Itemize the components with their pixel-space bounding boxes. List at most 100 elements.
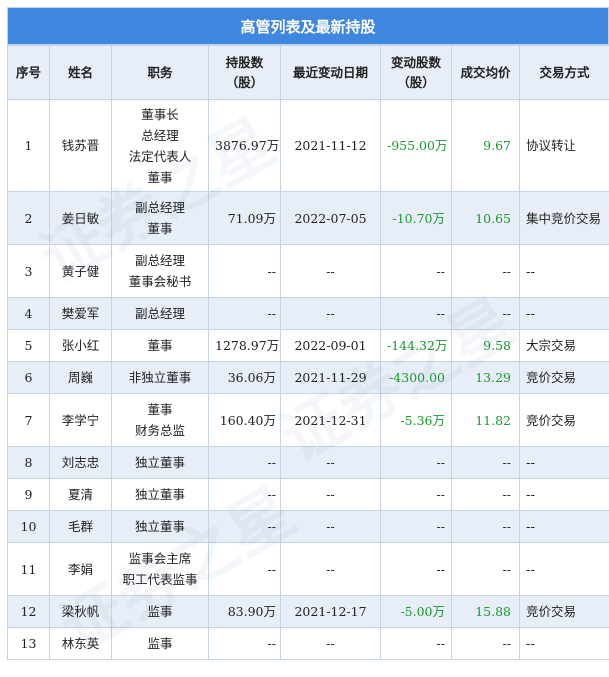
exec-position: 董事 财务总监 [111,393,209,447]
position-line: 监事 [147,636,173,651]
position-line: 总经理 [141,127,179,143]
row-index: 7 [7,393,50,447]
header-change-line2: （股） [397,74,435,90]
avg-price: 9.58 [451,329,520,362]
header-change-line1: 变动股数 [390,54,441,70]
shares-changed: -- [380,446,452,479]
table-row: 13 林东英 监事 -- -- -- -- -- [7,627,609,660]
exec-holdings-table: 序号 姓名 职务 持股数 （股） 最近变动日期 变动股数 （股） 成交均价 交易… [7,45,609,660]
trade-type: -- [519,446,609,479]
last-change-date: -- [280,478,381,511]
shares-held: -- [208,244,281,298]
avg-price: -- [451,478,520,511]
trade-type: 竞价交易 [519,361,609,394]
last-change-date: 2022-07-05 [280,191,381,245]
avg-price: -- [451,627,520,660]
shares-changed: -- [380,478,452,511]
header-holding-line2: （股） [225,74,264,90]
last-change-date: -- [280,446,381,479]
last-change-date: 2021-11-12 [280,99,381,192]
header-holding: 持股数 （股） [208,45,281,100]
table-title: 高管列表及最新持股 [7,7,609,45]
last-change-date: 2021-12-31 [280,393,381,447]
position-line: 董事 [147,221,173,236]
position-line: 监事会主席 [128,551,192,566]
exec-position: 非独立董事 [111,361,209,394]
row-index: 6 [7,361,50,394]
shares-changed: -5.00万 [380,595,452,628]
exec-position: 董事 [111,329,209,362]
exec-name: 梁秋帆 [49,595,112,628]
shares-changed: -- [380,244,452,298]
exec-position: 副总经理 [111,297,209,330]
avg-price: -- [451,446,520,479]
shares-changed: -144.32万 [380,329,452,362]
row-index: 2 [7,191,50,245]
exec-position: 监事 [111,595,209,628]
position-line: 副总经理 [134,253,185,268]
shares-held: -- [208,297,281,330]
position-line: 董事长 [141,106,179,122]
table-row: 4 樊爱军 副总经理 -- -- -- -- -- [7,297,609,330]
shares-held: -- [208,510,281,543]
table-row: 7 李学宁 董事 财务总监 160.40万 2021-12-31 -5.36万 11.82 竞价… [7,393,609,447]
avg-price: 11.82 [451,393,520,447]
trade-type: -- [519,297,609,330]
row-index: 13 [7,627,50,660]
position-line: 董事会秘书 [128,274,192,289]
avg-price: 10.65 [451,191,520,245]
exec-name: 周巍 [49,361,112,394]
position-line: 副总经理 [134,200,185,215]
table-body: 1 钱苏晋 董事长 总经理 法定代表人 董事 3876.97万 2021-11-12 -955.… [7,99,609,660]
trade-type: 集中竞价交易 [519,191,609,245]
shares-held: 71.09万 [208,191,281,245]
table-row: 12 梁秋帆 监事 83.90万 2021-12-17 -5.00万 15.88 竞价交易 [7,595,609,628]
row-index: 1 [7,99,50,192]
header-change: 变动股数 （股） [380,45,452,100]
last-change-date: -- [280,297,381,330]
shares-changed: -- [380,542,452,596]
exec-name: 樊爱军 [49,297,112,330]
row-index: 10 [7,510,50,543]
row-index: 9 [7,478,50,511]
shares-changed: -10.70万 [380,191,452,245]
avg-price: -- [451,244,520,298]
shares-changed: -5.36万 [380,393,452,447]
exec-name: 刘志忠 [49,446,112,479]
trade-type: 协议转让 [519,99,609,192]
exec-name: 林东英 [49,627,112,660]
shares-held: -- [208,627,281,660]
table-row: 9 夏清 独立董事 -- -- -- -- -- [7,478,609,511]
exec-position: 独立董事 [111,478,209,511]
last-change-date: -- [280,244,381,298]
exec-name: 李娟 [49,542,112,596]
header-avg-price: 成交均价 [451,45,520,100]
exec-position: 副总经理 董事会秘书 [111,244,209,298]
trade-type: -- [519,510,609,543]
header-row: 序号 姓名 职务 持股数 （股） 最近变动日期 变动股数 （股） 成交均价 交易… [7,45,609,100]
position-line: 独立董事 [134,519,185,534]
avg-price: 13.29 [451,361,520,394]
position-line: 财务总监 [134,423,185,438]
shares-held: 3876.97万 [208,99,281,192]
row-index: 4 [7,297,50,330]
exec-name: 张小红 [49,329,112,362]
table-row: 11 李娟 监事会主席 职工代表监事 -- -- -- -- -- [7,542,609,596]
row-index: 5 [7,329,50,362]
position-line: 董事 [147,402,173,417]
exec-position: 董事长 总经理 法定代表人 董事 [111,99,209,192]
shares-held: 160.40万 [208,393,281,447]
exec-name: 毛群 [49,510,112,543]
row-index: 11 [7,542,50,596]
trade-type: 竞价交易 [519,595,609,628]
header-position: 职务 [111,45,209,100]
shares-held: 1278.97万 [208,329,281,362]
shares-changed: -- [380,297,452,330]
last-change-date: -- [280,510,381,543]
avg-price: -- [451,297,520,330]
shares-changed: -- [380,627,452,660]
trade-type: -- [519,244,609,298]
shares-held: -- [208,542,281,596]
position-line: 董事 [147,169,173,185]
exec-position: 监事会主席 职工代表监事 [111,542,209,596]
